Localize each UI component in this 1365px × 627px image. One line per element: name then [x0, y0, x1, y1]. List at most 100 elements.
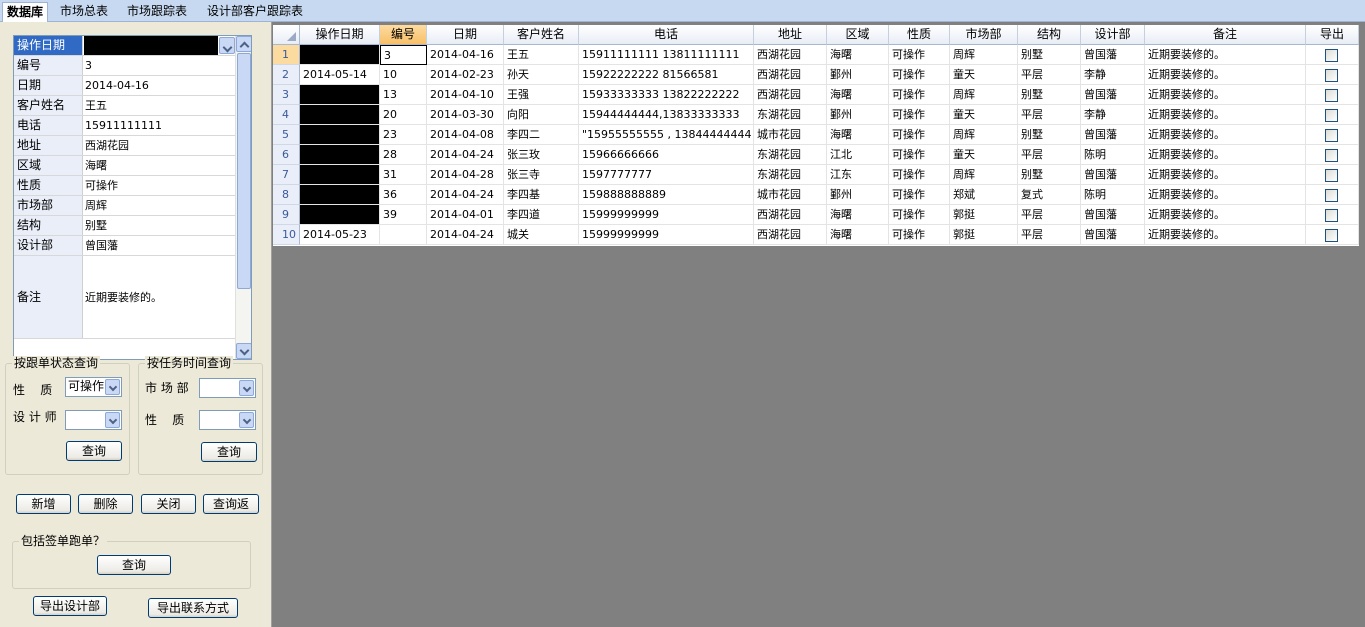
cell-market[interactable]: 郭挺 — [950, 205, 1018, 225]
detail-row-number[interactable]: 编号 3 — [14, 56, 236, 76]
cell-address[interactable]: 西湖花园 — [754, 225, 827, 245]
add-button[interactable]: 新增 — [16, 494, 71, 514]
cell-nature[interactable]: 可操作 — [889, 225, 950, 245]
cell-nature[interactable]: 可操作 — [889, 105, 950, 125]
cell-address[interactable]: 东湖花园 — [754, 145, 827, 165]
row-header[interactable]: 5 — [273, 125, 300, 145]
cell-market[interactable]: 郭挺 — [950, 225, 1018, 245]
cell-customer-name[interactable]: 城关 — [504, 225, 579, 245]
cell-customer-name[interactable]: 王强 — [504, 85, 579, 105]
export-contact-button[interactable]: 导出联系方式 — [148, 598, 238, 618]
cell-customer-name[interactable]: 王五 — [504, 45, 579, 65]
cell-operation-date[interactable] — [300, 125, 380, 145]
detail-value-region[interactable]: 海曙 — [84, 156, 236, 175]
detail-value-address[interactable]: 西湖花园 — [84, 136, 236, 155]
column-header-customer-name[interactable]: 客户姓名 — [504, 25, 579, 45]
cell-design[interactable]: 曾国藩 — [1081, 45, 1145, 65]
detail-row-market[interactable]: 市场部 周辉 — [14, 196, 236, 216]
detail-row-nature[interactable]: 性质 可操作 — [14, 176, 236, 196]
cell-design[interactable]: 陈明 — [1081, 185, 1145, 205]
cell-address[interactable]: 西湖花园 — [754, 205, 827, 225]
tab-market-tracking[interactable]: 市场跟踪表 — [123, 2, 191, 22]
cell-operation-date[interactable]: 2014-05-23 — [300, 225, 380, 245]
cell-number[interactable]: 28 — [380, 145, 427, 165]
cell-date[interactable]: 2014-04-16 — [427, 45, 504, 65]
cell-region[interactable]: 鄞州 — [827, 65, 889, 85]
scroll-thumb[interactable] — [237, 53, 251, 289]
cell-phone[interactable]: 159888888889 — [579, 185, 754, 205]
cell-customer-name[interactable]: 张三寺 — [504, 165, 579, 185]
scroll-up-button[interactable] — [236, 36, 251, 52]
cell-nature[interactable]: 可操作 — [889, 145, 950, 165]
cell-nature[interactable]: 可操作 — [889, 45, 950, 65]
cell-structure[interactable]: 平层 — [1018, 145, 1081, 165]
detail-value-structure[interactable]: 别墅 — [84, 216, 236, 235]
nature-select[interactable]: 可操作 — [65, 377, 122, 397]
cell-nature[interactable]: 可操作 — [889, 85, 950, 105]
cell-customer-name[interactable]: 李四道 — [504, 205, 579, 225]
cell-region[interactable]: 鄞州 — [827, 105, 889, 125]
cell-address[interactable]: 西湖花园 — [754, 85, 827, 105]
cell-customer-name[interactable]: 向阳 — [504, 105, 579, 125]
column-header-region[interactable]: 区域 — [827, 25, 889, 45]
cell-region[interactable]: 海曙 — [827, 85, 889, 105]
export-checkbox[interactable] — [1325, 49, 1338, 62]
cell-phone[interactable]: 1597777777 — [579, 165, 754, 185]
detail-row-remark[interactable]: 备注 近期要装修的。 — [14, 256, 236, 339]
cell-market[interactable]: 周辉 — [950, 165, 1018, 185]
column-header-market[interactable]: 市场部 — [950, 25, 1018, 45]
row-header[interactable]: 2 — [273, 65, 300, 85]
cell-remark[interactable]: 近期要装修的。 — [1145, 125, 1306, 145]
cell-phone[interactable]: 15922222222 81566581 — [579, 65, 754, 85]
tab-database[interactable]: 数据库 — [2, 2, 49, 23]
cell-remark[interactable]: 近期要装修的。 — [1145, 145, 1306, 165]
designer-select[interactable] — [65, 410, 122, 430]
cell-address[interactable]: 城市花园 — [754, 185, 827, 205]
export-design-button[interactable]: 导出设计部 — [33, 596, 107, 616]
cell-operation-date[interactable] — [300, 85, 380, 105]
cell-date[interactable]: 2014-04-08 — [427, 125, 504, 145]
export-checkbox[interactable] — [1325, 169, 1338, 182]
cell-phone[interactable]: 15944444444,13833333333 — [579, 105, 754, 125]
cell-structure[interactable]: 平层 — [1018, 225, 1081, 245]
close-button[interactable]: 关闭 — [141, 494, 196, 514]
export-checkbox[interactable] — [1325, 109, 1338, 122]
cell-design[interactable]: 曾国藩 — [1081, 85, 1145, 105]
row-header[interactable]: 1 — [273, 45, 300, 65]
cell-customer-name[interactable]: 李四基 — [504, 185, 579, 205]
scroll-down-button[interactable] — [236, 343, 251, 359]
cell-operation-date[interactable] — [300, 185, 380, 205]
detail-value-phone[interactable]: 15911111111 — [84, 116, 236, 135]
time-query-button[interactable]: 查询 — [201, 442, 257, 462]
cell-nature[interactable]: 可操作 — [889, 125, 950, 145]
cell-phone[interactable]: 15999999999 — [579, 205, 754, 225]
cell-date[interactable]: 2014-04-01 — [427, 205, 504, 225]
cell-design[interactable]: 陈明 — [1081, 145, 1145, 165]
cell-customer-name[interactable]: 孙天 — [504, 65, 579, 85]
detail-value-remark[interactable]: 近期要装修的。 — [84, 256, 236, 338]
market-select[interactable] — [199, 378, 256, 398]
delete-button[interactable]: 删除 — [78, 494, 133, 514]
cell-design[interactable]: 曾国藩 — [1081, 165, 1145, 185]
cell-number[interactable]: 10 — [380, 65, 427, 85]
cell-region[interactable]: 海曙 — [827, 225, 889, 245]
cell-nature[interactable]: 可操作 — [889, 65, 950, 85]
cell-address[interactable]: 城市花园 — [754, 125, 827, 145]
column-header-remark[interactable]: 备注 — [1145, 25, 1306, 45]
cell-remark[interactable]: 近期要装修的。 — [1145, 65, 1306, 85]
cell-market[interactable]: 周辉 — [950, 45, 1018, 65]
column-header-structure[interactable]: 结构 — [1018, 25, 1081, 45]
cell-number[interactable]: 20 — [380, 105, 427, 125]
cell-design[interactable]: 李静 — [1081, 105, 1145, 125]
cell-number[interactable]: 3 — [380, 45, 427, 65]
column-header-number[interactable]: 编号 — [380, 25, 427, 45]
query-back-button[interactable]: 查询返 — [203, 494, 259, 514]
cell-market[interactable]: 童天 — [950, 145, 1018, 165]
export-checkbox[interactable] — [1325, 69, 1338, 82]
cell-design[interactable]: 曾国藩 — [1081, 225, 1145, 245]
detail-value-market[interactable]: 周辉 — [84, 196, 236, 215]
cell-market[interactable]: 童天 — [950, 105, 1018, 125]
column-header-nature[interactable]: 性质 — [889, 25, 950, 45]
detail-row-region[interactable]: 区域 海曙 — [14, 156, 236, 176]
chevron-down-icon[interactable] — [239, 412, 254, 428]
